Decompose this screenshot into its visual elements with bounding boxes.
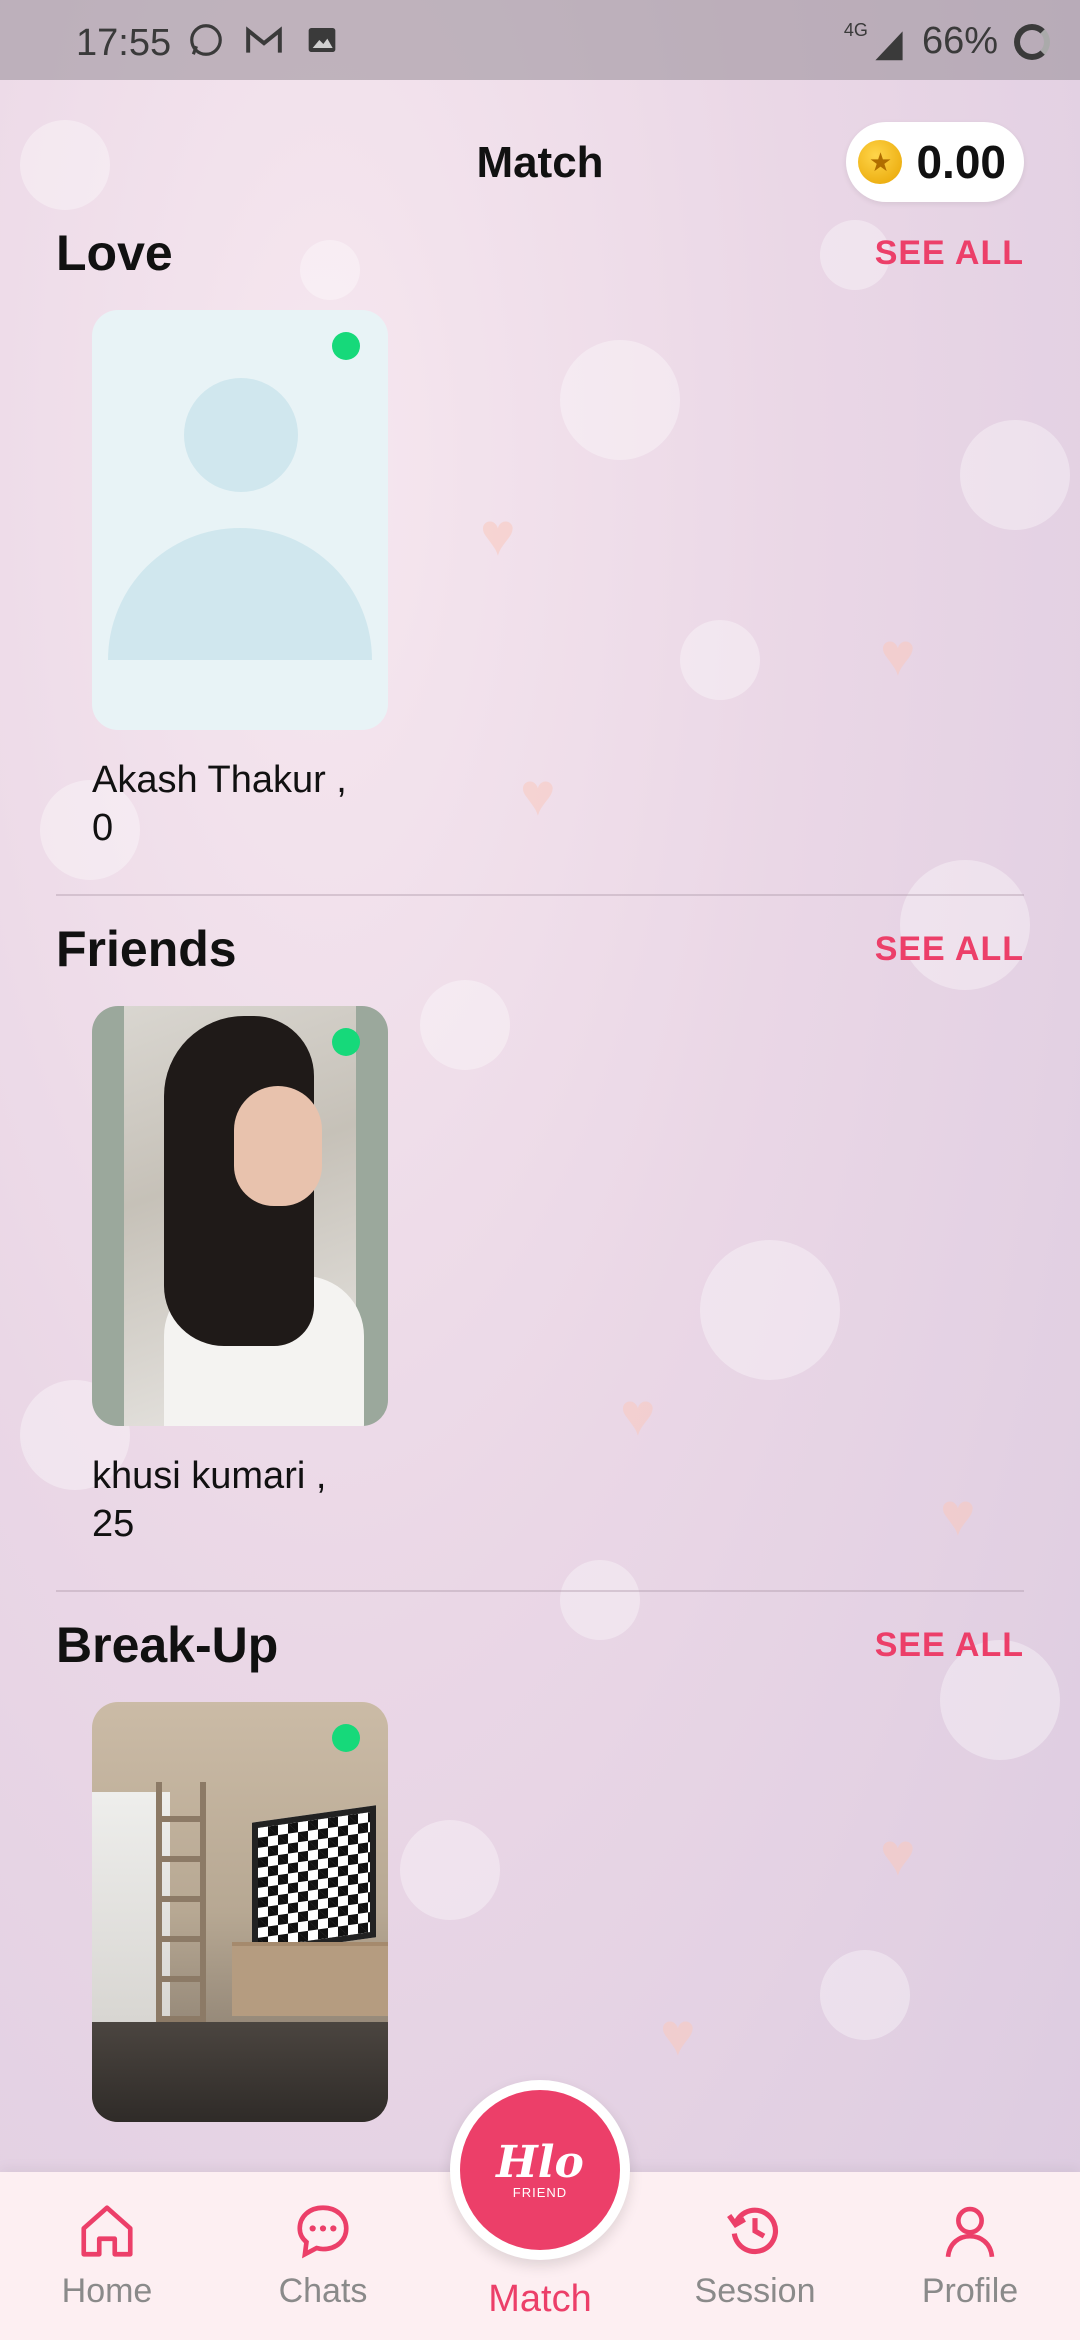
see-all-breakup-button[interactable]: SEE ALL xyxy=(875,1626,1024,1665)
nav-label: Chats xyxy=(278,2272,368,2310)
profile-card-akash[interactable] xyxy=(92,310,388,730)
avatar-placeholder-head xyxy=(184,378,298,492)
nav-profile[interactable]: Profile xyxy=(890,2196,1050,2311)
online-status-dot xyxy=(332,1028,360,1056)
user-icon xyxy=(890,2196,1050,2266)
nav-match[interactable]: Match xyxy=(460,2272,620,2321)
nav-chats[interactable]: Chats xyxy=(243,2196,403,2311)
online-status-dot xyxy=(332,332,360,360)
status-bar: 17:55 4G 66% xyxy=(0,0,1080,80)
gallery-icon xyxy=(302,20,342,60)
whatsapp-icon xyxy=(186,20,226,60)
section-friends: Friends SEE ALL khusi kumari , 25 xyxy=(56,920,1024,1560)
nav-label: Home xyxy=(61,2272,153,2310)
match-logo-icon: Hlo FRIEND xyxy=(460,2090,620,2250)
coin-balance-button[interactable]: ★ 0.00 xyxy=(846,122,1024,202)
profile-name-text: khusi kumari , xyxy=(92,1455,327,1497)
profile-card-room[interactable] xyxy=(92,1702,388,2122)
profile-name: khusi kumari , 25 xyxy=(92,1452,326,1548)
section-title: Friends xyxy=(56,921,237,977)
home-icon xyxy=(27,2196,187,2266)
fab-logo-text: Hlo xyxy=(496,2136,584,2188)
fab-logo-sub: FRIEND xyxy=(512,2184,568,2200)
gmail-icon xyxy=(244,20,284,60)
nav-label: Match xyxy=(488,2278,592,2320)
see-all-love-button[interactable]: SEE ALL xyxy=(875,234,1024,273)
profile-name-text: Akash Thakur , xyxy=(92,759,347,801)
avatar-placeholder-body xyxy=(108,528,372,660)
section-breakup: Break-Up SEE ALL xyxy=(56,1616,1024,2136)
section-title: Break-Up xyxy=(56,1617,279,1673)
profile-age: 25 xyxy=(92,1503,135,1545)
section-love: Love SEE ALL Akash Thakur , 0 xyxy=(56,224,1024,864)
battery-icon xyxy=(1014,23,1050,60)
profile-photo xyxy=(124,1006,364,1426)
section-title: Love xyxy=(56,225,173,281)
coin-balance-value: 0.00 xyxy=(916,136,1006,188)
history-icon xyxy=(675,2196,835,2266)
chat-bubble-icon xyxy=(243,2196,403,2266)
nav-label: Profile xyxy=(921,2272,1019,2310)
signal-icon: 4G xyxy=(844,20,906,63)
divider xyxy=(56,894,1024,896)
see-all-friends-button[interactable]: SEE ALL xyxy=(875,930,1024,969)
profile-photo xyxy=(252,1805,376,1955)
profile-card-khusi[interactable] xyxy=(92,1006,388,1426)
nav-session[interactable]: Session xyxy=(675,2196,835,2311)
nav-label: Session xyxy=(694,2272,816,2310)
star-coin-icon: ★ xyxy=(858,140,903,184)
status-time: 17:55 xyxy=(76,22,172,64)
nav-home[interactable]: Home xyxy=(27,2196,187,2311)
match-fab-button[interactable]: Hlo FRIEND xyxy=(450,2080,630,2260)
network-type: 4G xyxy=(843,20,868,40)
profile-age: 0 xyxy=(92,807,114,849)
divider xyxy=(56,1590,1024,1592)
profile-name: Akash Thakur , 0 xyxy=(92,756,347,852)
online-status-dot xyxy=(332,1724,360,1752)
battery-percent: 66% xyxy=(921,20,998,62)
